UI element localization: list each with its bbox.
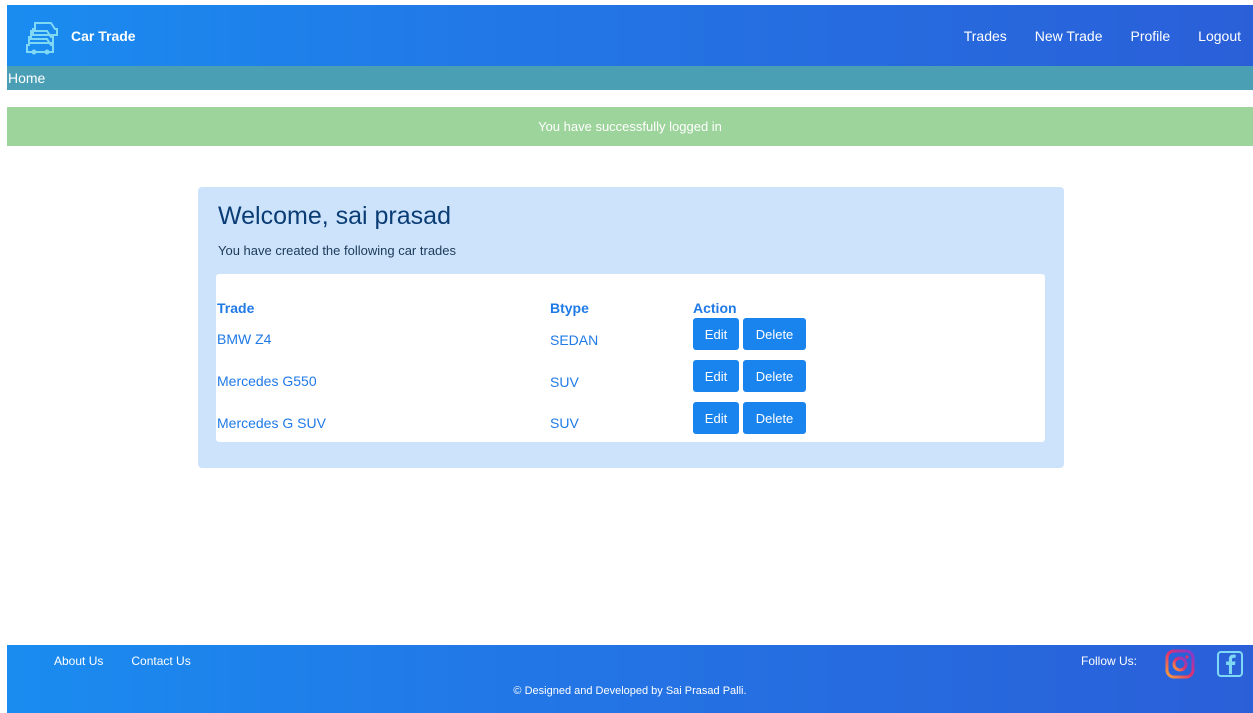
table-row-btype: SEDAN: [550, 332, 599, 348]
edit-button[interactable]: Edit: [693, 402, 739, 434]
instagram-icon[interactable]: [1164, 648, 1196, 680]
breadcrumb: Home: [7, 66, 1253, 90]
table-row-trade-link[interactable]: Mercedes G550: [217, 373, 317, 389]
car-trade-logo-icon: [26, 21, 58, 54]
brand-link[interactable]: Car Trade: [25, 14, 136, 58]
header-action: Action: [693, 300, 737, 316]
nav-logout[interactable]: Logout: [1198, 28, 1241, 44]
edit-button[interactable]: Edit: [693, 318, 739, 350]
nav-trades[interactable]: Trades: [964, 28, 1007, 44]
header-btype: Btype: [550, 300, 589, 316]
footer-links: About Us Contact Us: [54, 654, 219, 668]
header-trade: Trade: [217, 300, 255, 316]
delete-button[interactable]: Delete: [743, 318, 806, 350]
footer-contact-link[interactable]: Contact Us: [131, 654, 190, 668]
table-row-btype: SUV: [550, 374, 579, 390]
delete-button[interactable]: Delete: [743, 360, 806, 392]
welcome-subtitle: You have created the following car trade…: [218, 243, 457, 258]
page: Car Trade Trades New Trade Profile Logou…: [0, 0, 1253, 713]
nav-links: Trades New Trade Profile Logout: [936, 5, 1253, 66]
table-row-trade-link[interactable]: BMW Z4: [217, 331, 271, 347]
flash-text: You have successfully logged in: [538, 119, 722, 134]
flash-message: You have successfully logged in: [7, 107, 1253, 146]
welcome-heading: Welcome, sai prasad: [218, 202, 451, 230]
footer-about-link[interactable]: About Us: [54, 654, 103, 668]
nav-profile[interactable]: Profile: [1130, 28, 1170, 44]
table-row-trade-link[interactable]: Mercedes G SUV: [217, 415, 326, 431]
nav-new-trade[interactable]: New Trade: [1035, 28, 1103, 44]
breadcrumb-home[interactable]: Home: [8, 70, 45, 86]
footer: About Us Contact Us Follow Us: © Designe…: [7, 645, 1253, 713]
trades-table: Trade Btype Action BMW Z4 SEDAN Edit Del…: [216, 274, 1045, 442]
brand-name: Car Trade: [71, 27, 136, 44]
follow-us-label: Follow Us:: [1081, 654, 1138, 668]
edit-button[interactable]: Edit: [693, 360, 739, 392]
table-row-btype: SUV: [550, 415, 579, 431]
welcome-card: Welcome, sai prasad You have created the…: [198, 187, 1064, 468]
facebook-icon[interactable]: [1214, 648, 1246, 680]
top-navbar: Car Trade Trades New Trade Profile Logou…: [7, 5, 1253, 66]
copyright-text: © Designed and Developed by Sai Prasad P…: [513, 685, 747, 697]
delete-button[interactable]: Delete: [743, 402, 806, 434]
